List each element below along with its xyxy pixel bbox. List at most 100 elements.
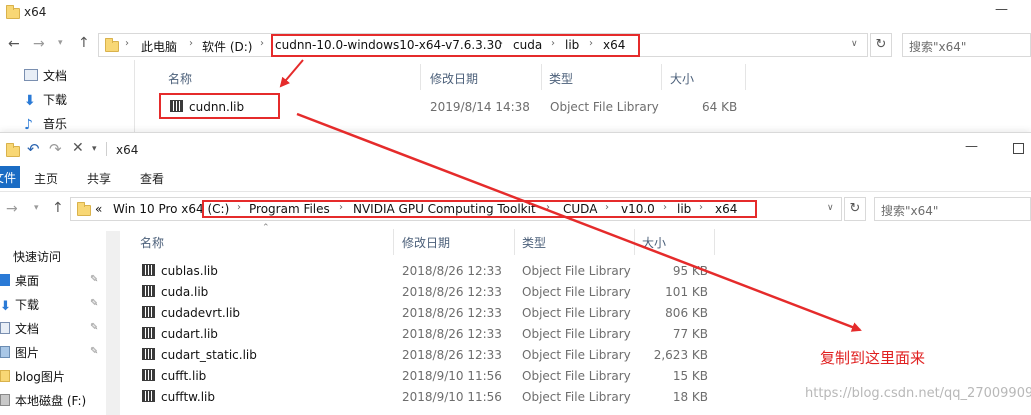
sidebar-item-label: 快速访问 bbox=[13, 250, 62, 264]
annotation-copy-here: 复制到这里面来 bbox=[820, 349, 926, 367]
delete-icon[interactable]: ✕ bbox=[72, 140, 84, 156]
refresh-button[interactable]: ↻ bbox=[870, 33, 892, 57]
refresh-button[interactable]: ↻ bbox=[844, 197, 866, 221]
sidebar-item-drive-f[interactable]: 本地磁盘 (F:) bbox=[0, 392, 86, 409]
search-input[interactable]: 搜索"x64" bbox=[902, 33, 1031, 57]
library-file-icon bbox=[142, 306, 155, 318]
file-size: 15 KB bbox=[672, 369, 708, 383]
sidebar-item-downloads[interactable]: ⬇ 下载 bbox=[0, 296, 39, 314]
tab-share[interactable]: 共享 bbox=[87, 170, 111, 187]
chevron-right-icon: › bbox=[189, 38, 193, 49]
library-file-icon bbox=[142, 327, 155, 339]
folder-icon bbox=[0, 370, 10, 382]
file-date: 2018/8/26 12:33 bbox=[402, 348, 502, 362]
file-name-text: cufftw.lib bbox=[161, 390, 215, 404]
column-header-size[interactable]: 大小 bbox=[670, 70, 694, 87]
library-file-icon bbox=[142, 264, 155, 276]
breadcrumb-this-pc[interactable]: 此电脑 bbox=[141, 38, 177, 55]
column-header-name[interactable]: 名称 bbox=[168, 70, 192, 87]
recent-locations-icon[interactable]: ▾ bbox=[58, 38, 63, 48]
search-input[interactable]: 搜索"x64" bbox=[874, 197, 1031, 221]
sidebar-item-pictures[interactable]: 图片 bbox=[0, 344, 39, 361]
sidebar-item-label: 下载 bbox=[43, 93, 68, 107]
pin-icon[interactable]: ✎ bbox=[90, 298, 98, 309]
pin-icon[interactable]: ✎ bbox=[90, 274, 98, 285]
file-row[interactable]: cuda.lib 2018/8/26 12:33 Object File Libra… bbox=[122, 282, 722, 303]
file-name: cuda.lib bbox=[142, 285, 208, 299]
file-row[interactable]: cufftw.lib 2018/9/10 11:56 Object File Lib… bbox=[122, 387, 722, 408]
customize-toolbar-icon[interactable]: ▾ bbox=[92, 144, 97, 154]
sidebar-scrollbar[interactable] bbox=[106, 231, 120, 415]
file-size: 101 KB bbox=[665, 285, 708, 299]
breadcrumb-overflow[interactable]: « bbox=[95, 202, 102, 216]
file-row[interactable]: cudart_static.lib 2018/8/26 12:33 Object F… bbox=[122, 345, 722, 366]
sidebar-divider bbox=[134, 60, 135, 140]
chevron-right-icon: › bbox=[125, 38, 129, 49]
column-divider bbox=[393, 229, 394, 255]
sidebar-item-label: 桌面 bbox=[15, 274, 40, 288]
library-file-icon bbox=[142, 390, 155, 402]
sidebar-item-blog-pictures[interactable]: blog图片 bbox=[0, 368, 65, 385]
music-note-icon: ♪ bbox=[24, 117, 33, 133]
file-date: 2018/9/10 11:56 bbox=[402, 390, 502, 404]
file-name-text: cudart_static.lib bbox=[161, 348, 257, 362]
star-icon bbox=[0, 250, 8, 262]
toolbar-divider bbox=[106, 142, 107, 156]
file-name: cudadevrt.lib bbox=[142, 306, 240, 320]
watermark: https://blog.csdn.net/qq_27009909 bbox=[805, 386, 1031, 401]
tab-home[interactable]: 主页 bbox=[34, 170, 58, 187]
library-file-icon bbox=[142, 285, 155, 297]
library-file-icon bbox=[142, 348, 155, 360]
tab-view[interactable]: 查看 bbox=[140, 170, 164, 187]
column-divider bbox=[541, 64, 542, 90]
sidebar-item-label: 图片 bbox=[15, 346, 40, 360]
column-header-size[interactable]: 大小 bbox=[642, 234, 666, 251]
column-header-date[interactable]: 修改日期 bbox=[430, 70, 478, 87]
column-header-name[interactable]: 名称 bbox=[140, 234, 164, 251]
file-type: Object File Library bbox=[522, 369, 631, 383]
pin-icon[interactable]: ✎ bbox=[90, 322, 98, 333]
dropdown-arrow-icon[interactable]: ∨ bbox=[851, 39, 858, 49]
file-name-text: cudadevrt.lib bbox=[161, 306, 241, 320]
column-divider bbox=[745, 64, 746, 90]
file-name-text: cufft.lib bbox=[161, 369, 207, 383]
forward-arrow-icon[interactable]: → bbox=[33, 36, 45, 52]
up-arrow-icon[interactable]: ↑ bbox=[52, 200, 64, 216]
sidebar-item-documents[interactable]: 文档 bbox=[0, 320, 39, 337]
sidebar-item-label: blog图片 bbox=[15, 370, 65, 384]
column-header-type[interactable]: 类型 bbox=[549, 70, 573, 87]
pin-icon[interactable]: ✎ bbox=[90, 346, 98, 357]
file-row[interactable]: cublas.lib 2018/8/26 12:33 Object File Lib… bbox=[122, 261, 722, 282]
sidebar-item-downloads[interactable]: ⬇ 下载 bbox=[24, 91, 68, 109]
breadcrumb-drive-d[interactable]: 软件 (D:) bbox=[202, 38, 252, 55]
column-header-type[interactable]: 类型 bbox=[522, 234, 546, 251]
file-size: 18 KB bbox=[672, 390, 708, 404]
sort-arrow-icon: ⌃ bbox=[262, 223, 270, 233]
dropdown-arrow-icon[interactable]: ∨ bbox=[827, 203, 834, 213]
file-row[interactable]: cudadevrt.lib 2018/8/26 12:33 Object File … bbox=[122, 303, 722, 324]
sidebar-item-music[interactable]: ♪ 音乐 bbox=[24, 115, 67, 133]
redo-icon[interactable]: ↷ bbox=[49, 140, 62, 158]
recent-locations-icon[interactable]: ▾ bbox=[34, 203, 39, 213]
back-arrow-icon[interactable]: → bbox=[6, 201, 18, 217]
folder-icon bbox=[6, 5, 20, 19]
folder-icon bbox=[6, 143, 20, 157]
highlight-box-source-path bbox=[271, 34, 640, 57]
sidebar-item-documents[interactable]: 文档 bbox=[24, 67, 67, 84]
file-type: Object File Library bbox=[522, 264, 631, 278]
up-arrow-icon[interactable]: ↑ bbox=[78, 35, 90, 51]
explorer-window-source: x64 — ← → ▾ ↑ › 此电脑 › 软件 (D:) › cudnn-10… bbox=[0, 0, 1031, 140]
tab-file[interactable]: 文件 bbox=[0, 166, 20, 188]
sidebar-item-quick-access[interactable]: 快速访问 bbox=[0, 248, 61, 265]
minimize-button[interactable]: — bbox=[965, 139, 978, 154]
file-row[interactable]: cudart.lib 2018/8/26 12:33 Object File Lib… bbox=[122, 324, 722, 345]
minimize-button[interactable]: — bbox=[995, 2, 1008, 17]
maximize-button[interactable] bbox=[1013, 143, 1024, 154]
file-row[interactable]: cufft.lib 2018/9/10 11:56 Object File Libr… bbox=[122, 366, 722, 387]
sidebar-item-desktop[interactable]: 桌面 bbox=[0, 272, 39, 289]
explorer-window-destination: ↶ ↷ ✕ ▾ x64 — 文件 主页 共享 查看 → ▾ ↑ « Win 10… bbox=[0, 132, 1031, 415]
column-header-date[interactable]: 修改日期 bbox=[402, 234, 450, 251]
back-arrow-icon[interactable]: ← bbox=[8, 36, 20, 52]
undo-icon[interactable]: ↶ bbox=[27, 140, 40, 158]
file-name: cufftw.lib bbox=[142, 390, 215, 404]
